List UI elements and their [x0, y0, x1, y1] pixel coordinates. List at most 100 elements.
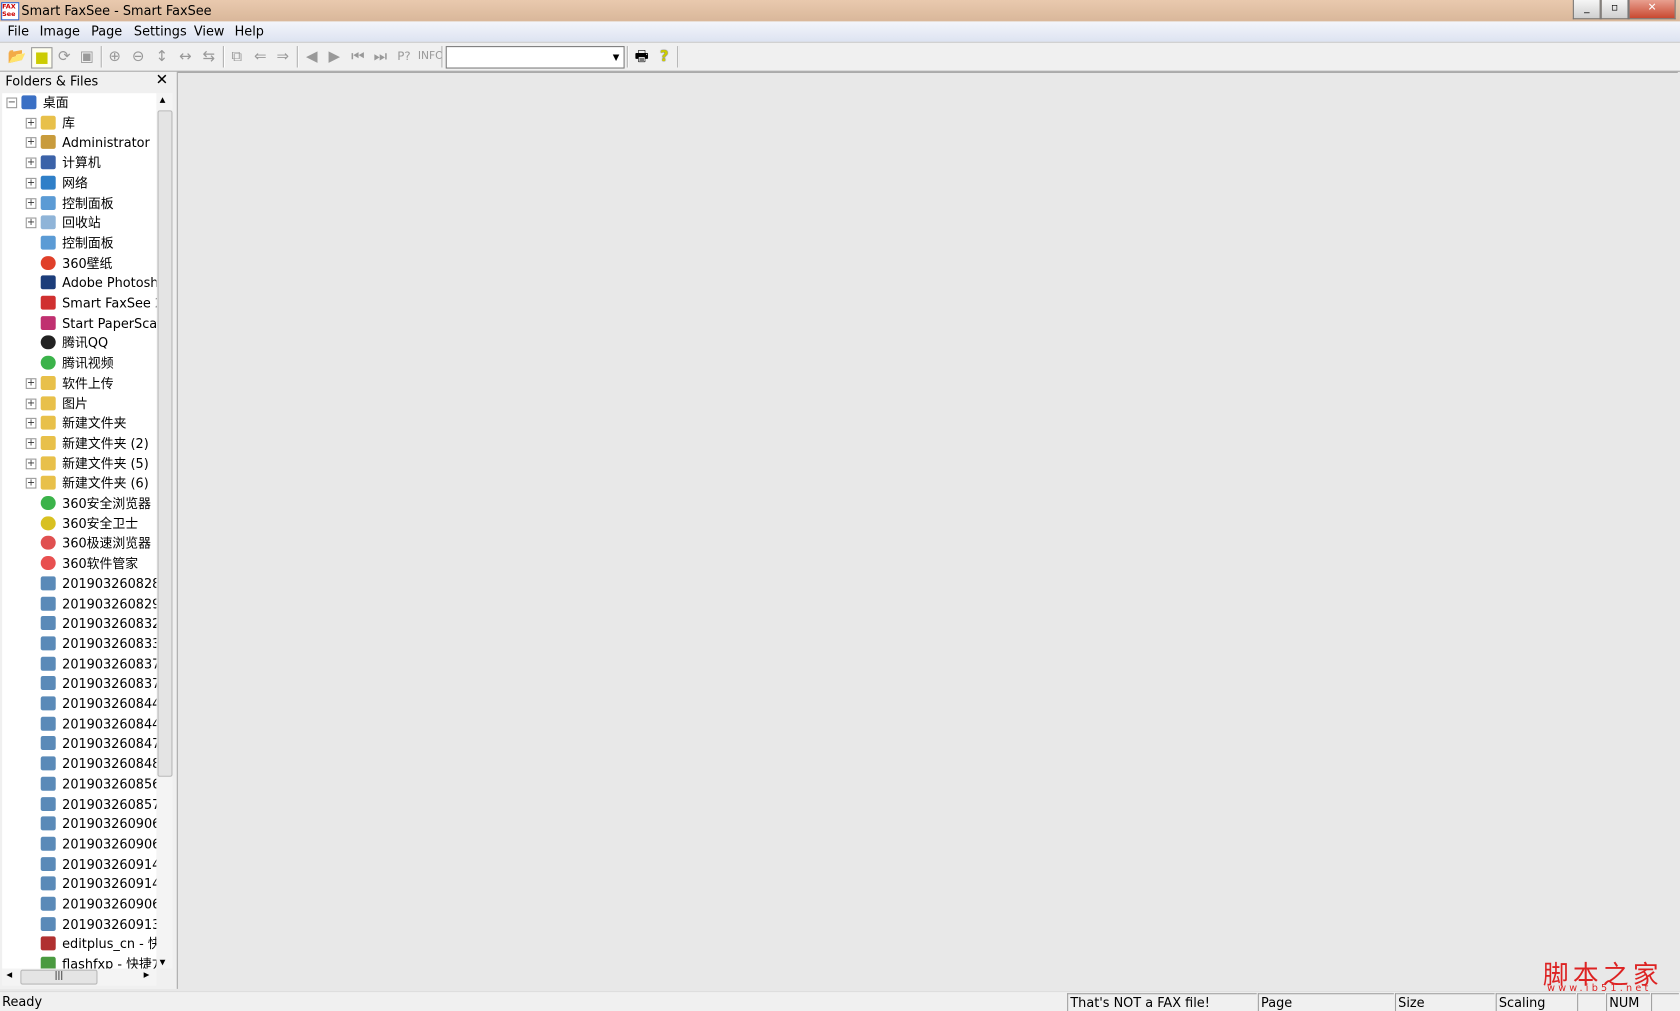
last-page-icon[interactable]: ⏭: [371, 47, 390, 66]
horizontal-scrollbar[interactable]: ◀ ||| ▶: [2, 968, 157, 986]
chevron-down-icon[interactable]: ▼: [609, 47, 624, 67]
close-button[interactable]: ✕: [1628, 0, 1676, 20]
print-icon[interactable]: 🖶: [632, 47, 651, 66]
image-file-icon: [40, 636, 56, 651]
vertical-scrollbar[interactable]: ▲ ▼: [156, 93, 173, 969]
tree-item-label: 20190326083329: [62, 636, 156, 652]
previous-image-icon[interactable]: ⇐: [251, 47, 270, 66]
tree-item-label: 20190326082846: [62, 576, 156, 592]
menu-view[interactable]: View: [194, 24, 225, 39]
tree-item-label: 计算机: [62, 155, 101, 171]
expand-icon[interactable]: +: [25, 398, 37, 409]
menu-help[interactable]: Help: [235, 24, 264, 39]
expand-icon[interactable]: +: [25, 217, 37, 229]
expand-icon[interactable]: +: [25, 478, 37, 489]
fit-width-icon[interactable]: ↔: [176, 47, 195, 66]
expand-icon[interactable]: +: [25, 177, 37, 189]
scroll-right-icon[interactable]: ▶: [144, 971, 150, 980]
image-file-icon: [40, 916, 56, 931]
previous-page-icon[interactable]: ◀: [302, 47, 321, 66]
recycle-bin-icon: [40, 215, 56, 230]
fit-height-icon[interactable]: ↕: [152, 47, 171, 66]
expand-icon[interactable]: +: [25, 438, 37, 449]
image-file-icon: [40, 796, 56, 811]
maximize-button[interactable]: ▫: [1600, 0, 1629, 20]
expand-icon[interactable]: +: [25, 157, 37, 169]
tree-item-label: 360软件管家: [62, 556, 139, 572]
first-page-icon[interactable]: ⏮: [348, 47, 367, 66]
open-file-icon[interactable]: ■: [31, 47, 53, 69]
library-icon: [40, 115, 56, 130]
status-ready: Ready: [2, 994, 43, 1010]
goto-page-icon[interactable]: P?: [394, 47, 413, 66]
image-file-icon: [40, 576, 56, 591]
menu-settings[interactable]: Settings: [134, 24, 187, 39]
expand-icon[interactable]: +: [25, 377, 37, 389]
copy-icon[interactable]: ⧉: [227, 47, 246, 66]
photoshop-icon: [40, 275, 56, 290]
image-view-area[interactable]: [177, 71, 1678, 990]
folder-icon: [40, 395, 56, 410]
help-icon[interactable]: ?: [655, 47, 674, 66]
editplus-icon: [40, 936, 56, 951]
scroll-down-icon[interactable]: ▼: [160, 958, 166, 967]
tree-item-label: Adobe Photoshop: [62, 275, 156, 291]
scroll-left-icon[interactable]: ◀: [6, 971, 12, 980]
toolbar: 📂 ■ ⟳ ▣ ⊕ ⊖ ↕ ↔ ⇆ ⧉ ⇐ ⇒ ◀ ▶ ⏮ ⏭ P? INFO …: [0, 42, 1680, 72]
page-combo[interactable]: ▼: [445, 46, 625, 69]
status-message: That's NOT a FAX file!: [1070, 995, 1210, 1011]
tree-item-label: 20190326082931: [62, 596, 156, 612]
app-icon: FAX See: [1, 2, 20, 21]
info-icon[interactable]: INFO: [418, 47, 444, 66]
computer-icon: [40, 155, 56, 170]
folder-icon: [40, 476, 56, 490]
paperscan-icon: [40, 315, 56, 330]
next-page-icon[interactable]: ▶: [325, 47, 344, 66]
control-panel-icon: [40, 235, 56, 250]
scroll-up-icon[interactable]: ▲: [160, 95, 166, 104]
scan-icon[interactable]: ▣: [77, 47, 96, 66]
image-file-icon: [40, 836, 56, 851]
expand-icon[interactable]: +: [25, 137, 37, 149]
panel-close-icon[interactable]: ✕: [156, 72, 169, 89]
vertical-scroll-thumb[interactable]: [157, 110, 173, 777]
tree-item-label: 控制面板: [62, 195, 114, 211]
rotate-icon[interactable]: ⟳: [55, 47, 74, 66]
next-image-icon[interactable]: ⇒: [273, 47, 292, 66]
menu-image[interactable]: Image: [40, 24, 80, 39]
expand-icon[interactable]: +: [25, 117, 37, 129]
tree-item-label: 库: [62, 115, 76, 131]
expand-icon[interactable]: +: [25, 418, 37, 429]
menu-file[interactable]: File: [7, 24, 29, 39]
window-title: Smart FaxSee - Smart FaxSee: [21, 3, 212, 19]
tree-item-label: 20190326091411: [62, 876, 156, 892]
control-panel-icon: [40, 195, 56, 210]
fit-both-icon[interactable]: ⇆: [199, 47, 218, 66]
tree-item-label: 新建文件夹 (6): [62, 476, 149, 492]
zoom-out-icon[interactable]: ⊖: [129, 47, 148, 66]
360-browser-icon: [40, 496, 56, 510]
folder-tree[interactable]: − 桌面 + 库 + Administrator + 计算机 + 网络 + 控制面板 + 回收站 控制面板 3…: [2, 93, 157, 969]
image-file-icon: [40, 736, 56, 751]
image-file-icon: [40, 596, 56, 611]
image-file-icon: [40, 856, 56, 871]
tree-item-label: 新建文件夹 (2): [62, 435, 149, 451]
tree-item-label: Start PaperScan: [62, 315, 157, 331]
horizontal-scroll-thumb[interactable]: |||: [20, 969, 98, 985]
open-folder-icon[interactable]: 📂: [7, 47, 27, 66]
tree-item-label: 腾讯视频: [62, 355, 114, 371]
expand-icon[interactable]: +: [25, 458, 37, 469]
menu-page[interactable]: Page: [91, 24, 122, 39]
network-icon: [40, 175, 56, 190]
zoom-in-icon[interactable]: ⊕: [105, 47, 124, 66]
image-file-icon: [40, 696, 56, 711]
360-wallpaper-icon: [40, 255, 56, 270]
image-file-icon: [40, 876, 56, 891]
desktop-icon: [21, 95, 37, 110]
status-size: Size: [1398, 995, 1425, 1011]
image-file-icon: [40, 816, 56, 831]
expand-icon[interactable]: +: [25, 197, 37, 209]
minimize-button[interactable]: _: [1572, 0, 1601, 20]
tree-item-label: 20190326085632: [62, 776, 156, 792]
collapse-icon[interactable]: −: [6, 97, 18, 109]
